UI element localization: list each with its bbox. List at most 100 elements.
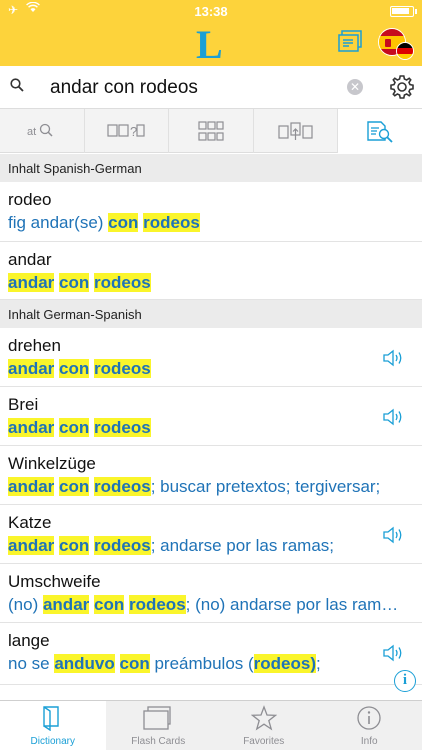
status-bar: ✈ 13:38	[0, 0, 422, 20]
highlighted-match: andar	[42, 595, 90, 614]
entry-headword: Winkelzüge	[8, 454, 96, 473]
highlighted-match: con	[59, 273, 90, 292]
entry-translation: no se anduvo con preámbulos (rodeos);	[8, 654, 321, 674]
list-item[interactable]: lange no se anduvo con preámbulos (rodeo…	[0, 623, 422, 685]
tab-flash-cards[interactable]: Flash Cards	[106, 701, 212, 750]
entry-translation: andar con rodeos; andarse por las ramas;	[8, 536, 334, 556]
app-logo: L	[196, 22, 223, 67]
anagram-search-icon	[198, 121, 224, 141]
highlighted-match: rodeos	[94, 477, 151, 496]
entry-headword: Katze	[8, 513, 52, 532]
star-icon	[250, 705, 277, 731]
book-icon	[43, 706, 59, 731]
speaker-icon[interactable]	[382, 348, 404, 368]
list-item[interactable]: Umschweife (no) andar con rodeos; (no) a…	[0, 564, 422, 623]
entry-translation: andar con rodeos	[8, 273, 151, 293]
search-input[interactable]: andar con rodeos	[50, 77, 198, 99]
highlighted-match: rodeos	[94, 273, 151, 292]
list-item[interactable]: rodeo fig andar(se) con rodeos	[0, 182, 422, 242]
highlighted-match: con	[108, 213, 139, 232]
language-switch-button[interactable]	[378, 28, 416, 60]
fulltext-search-icon	[367, 121, 393, 143]
add-flash-card-button[interactable]	[337, 30, 363, 54]
flash-cards-icon	[143, 706, 171, 730]
translation-text: ; andarse por las ramas;	[150, 536, 334, 555]
translation-text: ; (no) andarse por las ram…	[185, 595, 399, 614]
svg-text:at: at	[27, 126, 36, 138]
tab-favorites[interactable]: Favorites	[211, 701, 317, 750]
list-item[interactable]: Katze andar con rodeos; andarse por las …	[0, 505, 422, 564]
translation-text: (no)	[8, 595, 43, 614]
list-item[interactable]: andar andar con rodeos	[0, 242, 422, 300]
highlighted-match: con	[59, 536, 90, 555]
battery-icon	[390, 6, 417, 17]
list-item[interactable]: drehen andar con rodeos	[0, 328, 422, 387]
highlighted-match: con	[94, 595, 125, 614]
tab-label: Flash Cards	[131, 736, 186, 747]
tab-label: Favorites	[243, 736, 285, 747]
translation-text: ;	[316, 654, 321, 673]
info-overlay-button[interactable]: i	[394, 670, 416, 692]
tab-reverse-search[interactable]	[254, 109, 339, 153]
tab-info[interactable]: Info	[317, 701, 422, 750]
translation-text	[115, 654, 120, 673]
entry-translation: andar con rodeos	[8, 418, 151, 438]
translation-text: preámbulos (	[149, 654, 254, 673]
germany-flag-icon	[396, 42, 414, 60]
tab-wildcard-search[interactable]: ?	[85, 109, 170, 153]
bottom-tab-bar: Dictionary Flash Cards Favorites Info	[0, 700, 422, 750]
highlighted-match: rodeos	[128, 595, 186, 614]
add-flash-card-icon	[338, 30, 362, 52]
entry-translation: fig andar(se) con rodeos	[8, 213, 200, 233]
search-bar: andar con rodeos ✕	[0, 66, 422, 109]
highlighted-match: con	[59, 359, 90, 378]
translation-text: ; buscar pretextos; tergiversar;	[150, 477, 381, 496]
entry-headword: Umschweife	[8, 572, 101, 591]
search-icon	[10, 78, 24, 92]
highlighted-match: rodeos	[94, 536, 151, 555]
list-item[interactable]: Winkelzüge andar con rodeos; buscar pret…	[0, 446, 422, 505]
entry-translation: (no) andar con rodeos; (no) andarse por …	[8, 595, 398, 615]
tab-anagram-search[interactable]	[169, 109, 254, 153]
highlighted-match: con	[59, 477, 90, 496]
tab-dictionary[interactable]: Dictionary	[0, 701, 106, 750]
tab-label: Info	[360, 736, 378, 747]
reverse-search-icon	[277, 122, 313, 140]
clear-search-button[interactable]: ✕	[347, 79, 363, 95]
section-header: Inhalt Spanish-German	[0, 154, 422, 182]
speaker-icon[interactable]	[382, 643, 404, 663]
highlighted-match: con	[59, 418, 90, 437]
headword-search-icon: at	[27, 123, 53, 138]
entry-headword: andar	[8, 250, 52, 269]
speaker-icon[interactable]	[382, 525, 404, 545]
entry-headword: Brei	[8, 395, 39, 414]
highlighted-match: andar	[8, 477, 55, 496]
highlighted-match: andar	[8, 536, 55, 555]
tab-fulltext-search[interactable]	[338, 109, 422, 153]
gear-icon[interactable]	[389, 74, 415, 100]
highlighted-match: rodeos)	[253, 654, 317, 673]
entry-translation: andar con rodeos; buscar pretextos; terg…	[8, 477, 380, 497]
highlighted-match: rodeos	[143, 213, 200, 232]
svg-text:?: ?	[130, 124, 137, 139]
highlighted-match: con	[119, 654, 150, 673]
entry-headword: lange	[8, 631, 50, 650]
status-time: 13:38	[194, 4, 228, 19]
highlighted-match: anduvo	[54, 654, 115, 673]
list-item[interactable]: Brei andar con rodeos	[0, 387, 422, 446]
tab-headword-search[interactable]: at	[0, 109, 85, 153]
info-icon	[357, 706, 381, 730]
speaker-icon[interactable]	[382, 407, 404, 427]
wildcard-search-icon: ?	[107, 124, 145, 139]
entry-headword: drehen	[8, 336, 61, 355]
section-header: Inhalt German-Spanish	[0, 300, 422, 328]
entry-headword: rodeo	[8, 190, 52, 209]
highlighted-match: rodeos	[94, 359, 151, 378]
highlighted-match: andar	[8, 359, 55, 378]
app-header: ✈ 13:38 L	[0, 0, 422, 66]
translation-text: no se	[8, 654, 55, 673]
tab-label: Dictionary	[30, 736, 75, 747]
translation-text: fig andar(se)	[8, 213, 109, 232]
highlighted-match: andar	[8, 273, 55, 292]
search-mode-tabs: at ?	[0, 109, 422, 153]
